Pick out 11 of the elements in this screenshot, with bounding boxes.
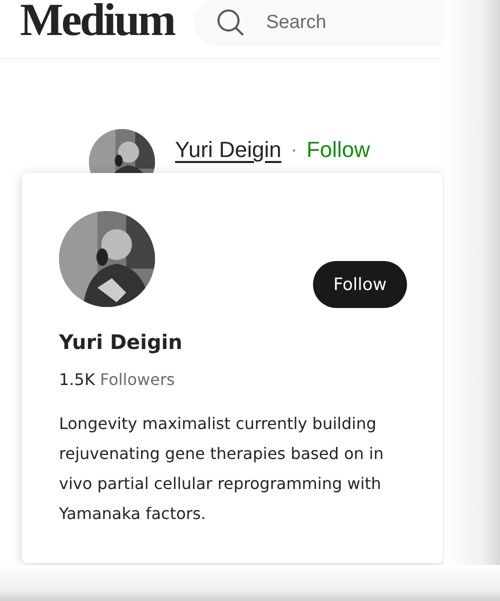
author-bio: Longevity maximalist currently building rejuvenating gene therapies based on in vivo partial cellular reprogramming with Yamanaka factors. — [59, 413, 385, 525]
author-name[interactable]: Yuri Deigin — [59, 330, 407, 354]
separator-dot: · — [291, 140, 296, 160]
follower-count: 1.5K — [59, 370, 95, 389]
search-icon — [216, 8, 246, 38]
followers-label: Followers — [100, 370, 175, 389]
follow-button[interactable]: Follow — [313, 261, 407, 308]
follow-link[interactable]: Follow — [306, 137, 370, 163]
author-link[interactable]: Yuri Deigin — [175, 137, 282, 163]
search-field[interactable]: Search — [194, 0, 444, 46]
medium-logo[interactable]: Medium — [20, 0, 174, 46]
